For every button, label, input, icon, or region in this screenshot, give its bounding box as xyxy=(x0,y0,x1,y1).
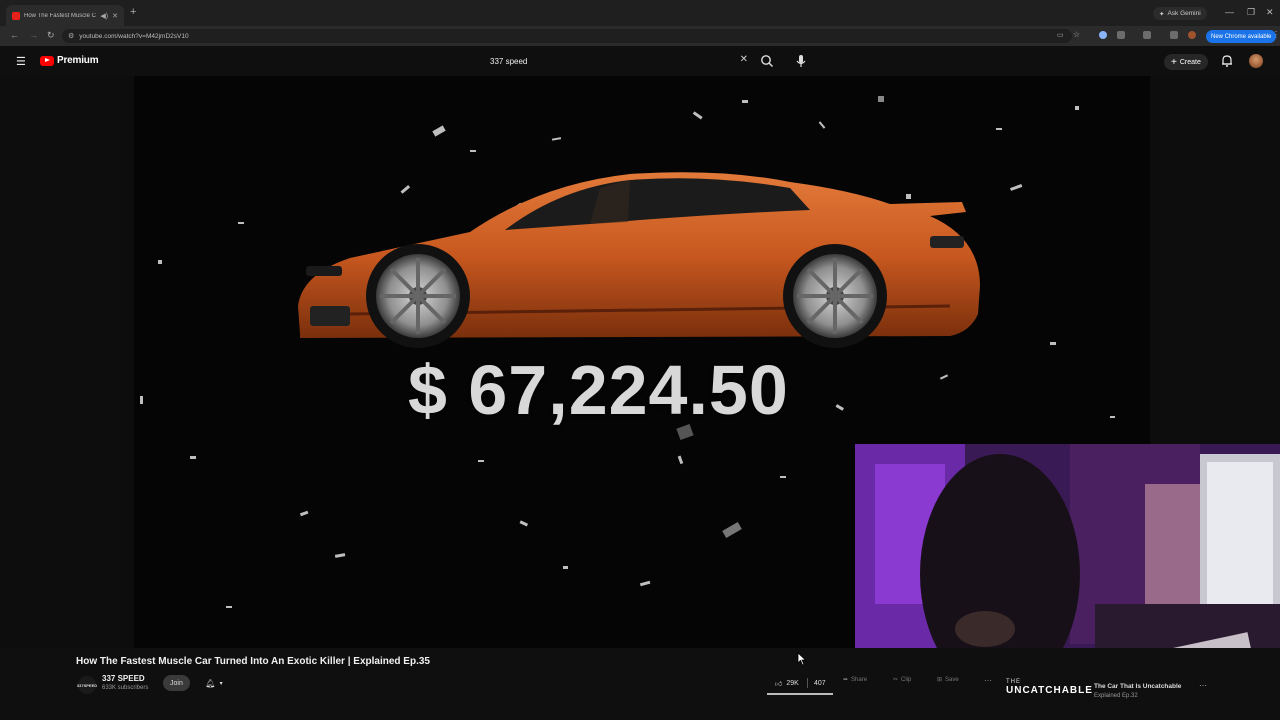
dislike-button[interactable]: 407 xyxy=(808,680,826,687)
youtube-play-icon xyxy=(40,55,54,66)
create-button[interactable]: + Create xyxy=(1164,54,1208,70)
url-field[interactable]: ⚙ youtube.com/watch?v=M42jmD2sV10 ▭ xyxy=(62,29,1072,43)
download-icon[interactable] xyxy=(1170,31,1178,39)
youtube-header: ☰ Premium 337 speed ✕ + Create xyxy=(0,46,1280,76)
like-button[interactable]: 👍︎ 29K xyxy=(767,679,807,688)
browser-tab[interactable]: How The Fastest Muscle Ca ◀) ✕ xyxy=(6,5,124,26)
new-tab-button[interactable]: + xyxy=(130,6,136,18)
mouse-cursor-icon xyxy=(797,652,807,666)
address-bar-row: ← → ↻ ⚙ youtube.com/watch?v=M42jmD2sV10 … xyxy=(0,26,1280,46)
channel-name[interactable]: 337 SPEED xyxy=(102,674,145,683)
streamer-webcam-overlay xyxy=(855,444,1280,648)
save-button[interactable]: ⊞ Save xyxy=(937,676,959,684)
search-input[interactable]: 337 speed ✕ xyxy=(482,51,754,71)
reload-icon[interactable]: ↻ xyxy=(47,30,55,41)
close-window-icon[interactable]: ✕ xyxy=(1266,7,1274,18)
url-text: youtube.com/watch?v=M42jmD2sV10 xyxy=(79,32,189,40)
youtube-premium-logo[interactable]: Premium xyxy=(40,55,99,66)
recommended-menu-icon[interactable]: ⋯ xyxy=(1199,681,1207,690)
more-actions-icon[interactable]: ⋯ xyxy=(984,676,992,685)
youtube-favicon-icon xyxy=(12,11,20,20)
price-overlay-text: $ 67,224.50 xyxy=(408,351,789,429)
extension-icon[interactable] xyxy=(1099,31,1107,39)
cast-icon[interactable]: ▭ xyxy=(1057,31,1064,39)
subscribed-notification-button[interactable]: 🔔︎ ▾ xyxy=(195,675,233,691)
ask-gemini-button[interactable]: ✦ Ask Gemini xyxy=(1153,7,1207,20)
hamburger-menu-icon[interactable]: ☰ xyxy=(16,55,26,68)
notifications-bell-icon[interactable] xyxy=(1220,54,1234,68)
extensions-puzzle-icon[interactable] xyxy=(1117,31,1125,39)
dislike-count: 407 xyxy=(814,679,826,687)
video-title: How The Fastest Muscle Car Turned Into A… xyxy=(76,656,430,667)
side-panel-icon[interactable] xyxy=(1143,31,1151,39)
chrome-update-label: New Chrome available xyxy=(1211,33,1272,40)
rec-brand-line2: UNCATCHABLE xyxy=(1006,685,1093,696)
tab-title: How The Fastest Muscle Ca xyxy=(24,12,97,19)
bell-icon: 🔔︎ xyxy=(205,678,216,688)
chrome-menu-icon[interactable]: ⋮ xyxy=(1272,30,1280,39)
clip-button[interactable]: ✂ Clip xyxy=(893,676,912,684)
profile-icon[interactable] xyxy=(1188,31,1196,39)
subscriber-count: 633K subscribers xyxy=(102,685,149,691)
recommended-thumbnail[interactable]: THE UNCATCHABLE xyxy=(1006,678,1093,696)
tab-audio-icon[interactable]: ◀) xyxy=(100,12,108,20)
forward-arrow-icon[interactable]: → xyxy=(29,30,38,40)
tab-close-icon[interactable]: ✕ xyxy=(112,12,118,20)
site-info-icon[interactable]: ⚙ xyxy=(68,32,74,40)
save-icon: ⊞ xyxy=(937,677,943,683)
logo-text: Premium xyxy=(57,55,99,66)
video-player[interactable]: $ 67,224.50 xyxy=(0,76,1280,648)
scissors-icon: ✂ xyxy=(893,677,899,683)
account-avatar[interactable] xyxy=(1249,54,1263,68)
gemini-icon: ✦ xyxy=(1159,10,1165,18)
join-button[interactable]: Join xyxy=(163,675,190,691)
clip-label: Clip xyxy=(901,676,912,683)
minimize-icon[interactable]: — xyxy=(1225,7,1234,17)
plus-icon: + xyxy=(1171,56,1177,68)
search-icon[interactable] xyxy=(758,53,776,69)
like-count: 29K xyxy=(786,679,799,687)
recommended-subtitle: Explained Ep.32 xyxy=(1094,693,1138,699)
video-info-bar: How The Fastest Muscle Car Turned Into A… xyxy=(0,648,1280,720)
create-label: Create xyxy=(1179,58,1201,66)
back-arrow-icon[interactable]: ← xyxy=(10,30,19,40)
maximize-icon[interactable]: ❐ xyxy=(1247,7,1255,18)
chrome-update-button[interactable]: New Chrome available xyxy=(1206,30,1277,43)
ask-gemini-label: Ask Gemini xyxy=(1167,10,1201,17)
search-value: 337 speed xyxy=(490,56,528,66)
clear-search-icon[interactable]: ✕ xyxy=(740,54,748,65)
channel-avatar[interactable]: 337SPEED xyxy=(76,676,98,694)
bookmark-star-icon[interactable]: ☆ xyxy=(1073,30,1080,39)
orange-camaro-car-image xyxy=(298,172,980,348)
share-button[interactable]: ➦ Share xyxy=(843,676,868,684)
thumbs-up-icon: 👍︎ xyxy=(775,680,783,688)
chevron-down-icon: ▾ xyxy=(219,680,223,687)
browser-tab-bar: How The Fastest Muscle Ca ◀) ✕ + ✦ Ask G… xyxy=(0,0,1280,26)
recommended-title[interactable]: The Car That Is Uncatchable xyxy=(1094,683,1181,690)
like-ratio-bar xyxy=(767,693,833,695)
share-label: Share xyxy=(851,676,868,683)
like-dislike-group: 👍︎ 29K 407 xyxy=(767,674,833,692)
save-label: Save xyxy=(945,676,959,683)
microphone-icon[interactable] xyxy=(792,52,810,70)
join-label: Join xyxy=(170,679,183,687)
channel-avatar-text: 337SPEED xyxy=(76,682,98,688)
share-icon: ➦ xyxy=(843,677,849,683)
